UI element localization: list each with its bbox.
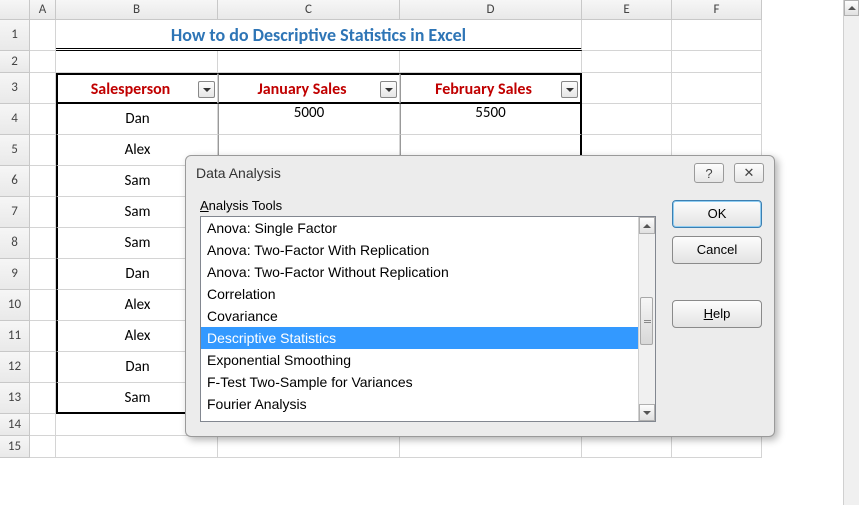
row-header-4[interactable]: 4 <box>0 104 30 135</box>
cell-B15[interactable] <box>56 436 218 458</box>
cell-F3[interactable] <box>672 73 762 104</box>
row-header-8[interactable]: 8 <box>0 228 30 259</box>
cell-F15[interactable] <box>672 436 762 458</box>
table-cell-name[interactable]: Dan <box>56 104 218 135</box>
list-item[interactable]: Anova: Single Factor <box>201 217 638 239</box>
cell-C15[interactable] <box>218 436 400 458</box>
col-header-F[interactable]: F <box>672 0 762 20</box>
scroll-up-icon[interactable] <box>639 217 655 234</box>
analysis-tools-listbox[interactable]: Anova: Single Factor Anova: Two-Factor W… <box>200 216 656 422</box>
cell-A14[interactable] <box>30 414 56 436</box>
cell-C2[interactable] <box>218 51 400 73</box>
row-header-2[interactable]: 2 <box>0 51 30 73</box>
table-header-february[interactable]: February Sales <box>400 73 582 104</box>
cell-A4[interactable] <box>30 104 56 135</box>
list-item[interactable]: Covariance <box>201 305 638 327</box>
cell-A9[interactable] <box>30 259 56 290</box>
cell-F2[interactable] <box>672 51 762 73</box>
help-button[interactable]: Help <box>672 300 762 328</box>
col-header-E[interactable]: E <box>582 0 672 20</box>
cell-A12[interactable] <box>30 352 56 383</box>
col-header-D[interactable]: D <box>400 0 582 20</box>
dialog-titlebar[interactable]: Data Analysis ? ✕ <box>186 156 774 190</box>
cell-A11[interactable] <box>30 321 56 352</box>
row-header-13[interactable]: 13 <box>0 383 30 414</box>
cell-F4[interactable] <box>672 104 762 135</box>
dialog-body: Analysis Tools Anova: Single Factor Anov… <box>186 190 774 436</box>
worksheet-vertical-scrollbar[interactable] <box>843 0 859 505</box>
row-header-10[interactable]: 10 <box>0 290 30 321</box>
cell-D2[interactable] <box>400 51 582 73</box>
table-header-january[interactable]: January Sales <box>218 73 400 104</box>
dialog-title: Data Analysis <box>196 165 281 181</box>
th-label: February Sales <box>435 80 532 99</box>
cell-B2[interactable] <box>56 51 218 73</box>
row-header-1[interactable]: 1 <box>0 20 30 51</box>
cell-E2[interactable] <box>582 51 672 73</box>
table-header-salesperson[interactable]: Salesperson <box>56 73 218 104</box>
cell-A5[interactable] <box>30 135 56 166</box>
cell-A2[interactable] <box>30 51 56 73</box>
table-cell-feb[interactable]: 5500 <box>400 104 582 135</box>
data-analysis-dialog: Data Analysis ? ✕ Analysis Tools Anova: … <box>185 155 775 437</box>
cancel-button[interactable]: Cancel <box>672 236 762 264</box>
row-header-12[interactable]: 12 <box>0 352 30 383</box>
cell-A13[interactable] <box>30 383 56 414</box>
analysis-tools-area: Analysis Tools Anova: Single Factor Anov… <box>200 198 656 422</box>
row-header-3[interactable]: 3 <box>0 73 30 104</box>
list-item[interactable]: F-Test Two-Sample for Variances <box>201 371 638 393</box>
th-label: January Sales <box>257 80 346 99</box>
col-header-A[interactable]: A <box>30 0 56 20</box>
cell-A6[interactable] <box>30 166 56 197</box>
cell-D15[interactable] <box>400 436 582 458</box>
row-header-11[interactable]: 11 <box>0 321 30 352</box>
col-header-B[interactable]: B <box>56 0 218 20</box>
row-header-6[interactable]: 6 <box>0 166 30 197</box>
list-item[interactable]: Correlation <box>201 283 638 305</box>
window-buttons: ? ✕ <box>694 163 764 183</box>
cell-A8[interactable] <box>30 228 56 259</box>
cell-A10[interactable] <box>30 290 56 321</box>
cell-E1[interactable] <box>582 20 672 51</box>
filter-button[interactable] <box>380 81 397 98</box>
table-cell-jan[interactable]: 5000 <box>218 104 400 135</box>
cell-A15[interactable] <box>30 436 56 458</box>
cell-A7[interactable] <box>30 197 56 228</box>
spreadsheet-grid: A B C D E F <box>0 0 859 20</box>
ok-button[interactable]: OK <box>672 200 762 228</box>
cell-E4[interactable] <box>582 104 672 135</box>
cell-F1[interactable] <box>672 20 762 51</box>
list-item[interactable]: Histogram <box>201 415 638 421</box>
th-label: Salesperson <box>91 80 171 99</box>
cell-A3[interactable] <box>30 73 56 104</box>
scroll-down-icon[interactable] <box>639 404 655 421</box>
list-item[interactable]: Fourier Analysis <box>201 393 638 415</box>
row-header-14[interactable]: 14 <box>0 414 30 436</box>
title-cell[interactable]: How to do Descriptive Statistics in Exce… <box>56 20 582 51</box>
listbox-scrollbar[interactable] <box>638 217 655 421</box>
select-all-corner[interactable] <box>0 0 30 20</box>
col-header-C[interactable]: C <box>218 0 400 20</box>
list-item[interactable]: Anova: Two-Factor Without Replication <box>201 261 638 283</box>
cell-E15[interactable] <box>582 436 672 458</box>
dialog-buttons: OK Cancel Help <box>672 198 762 328</box>
scroll-up-icon[interactable] <box>844 0 859 16</box>
cell-A1[interactable] <box>30 20 56 51</box>
row-header-9[interactable]: 9 <box>0 259 30 290</box>
row-header-5[interactable]: 5 <box>0 135 30 166</box>
close-icon[interactable]: ✕ <box>734 163 764 183</box>
row-header-7[interactable]: 7 <box>0 197 30 228</box>
scrollbar-thumb[interactable] <box>640 297 653 345</box>
analysis-tools-label: Analysis Tools <box>200 198 656 213</box>
row-header-15[interactable]: 15 <box>0 436 30 458</box>
cell-E3[interactable] <box>582 73 672 104</box>
filter-button[interactable] <box>561 81 578 98</box>
list-items: Anova: Single Factor Anova: Two-Factor W… <box>201 217 638 421</box>
list-item[interactable]: Exponential Smoothing <box>201 349 638 371</box>
list-item[interactable]: Anova: Two-Factor With Replication <box>201 239 638 261</box>
list-item-selected[interactable]: Descriptive Statistics <box>201 327 638 349</box>
filter-button[interactable] <box>198 81 215 98</box>
help-icon[interactable]: ? <box>694 163 724 183</box>
